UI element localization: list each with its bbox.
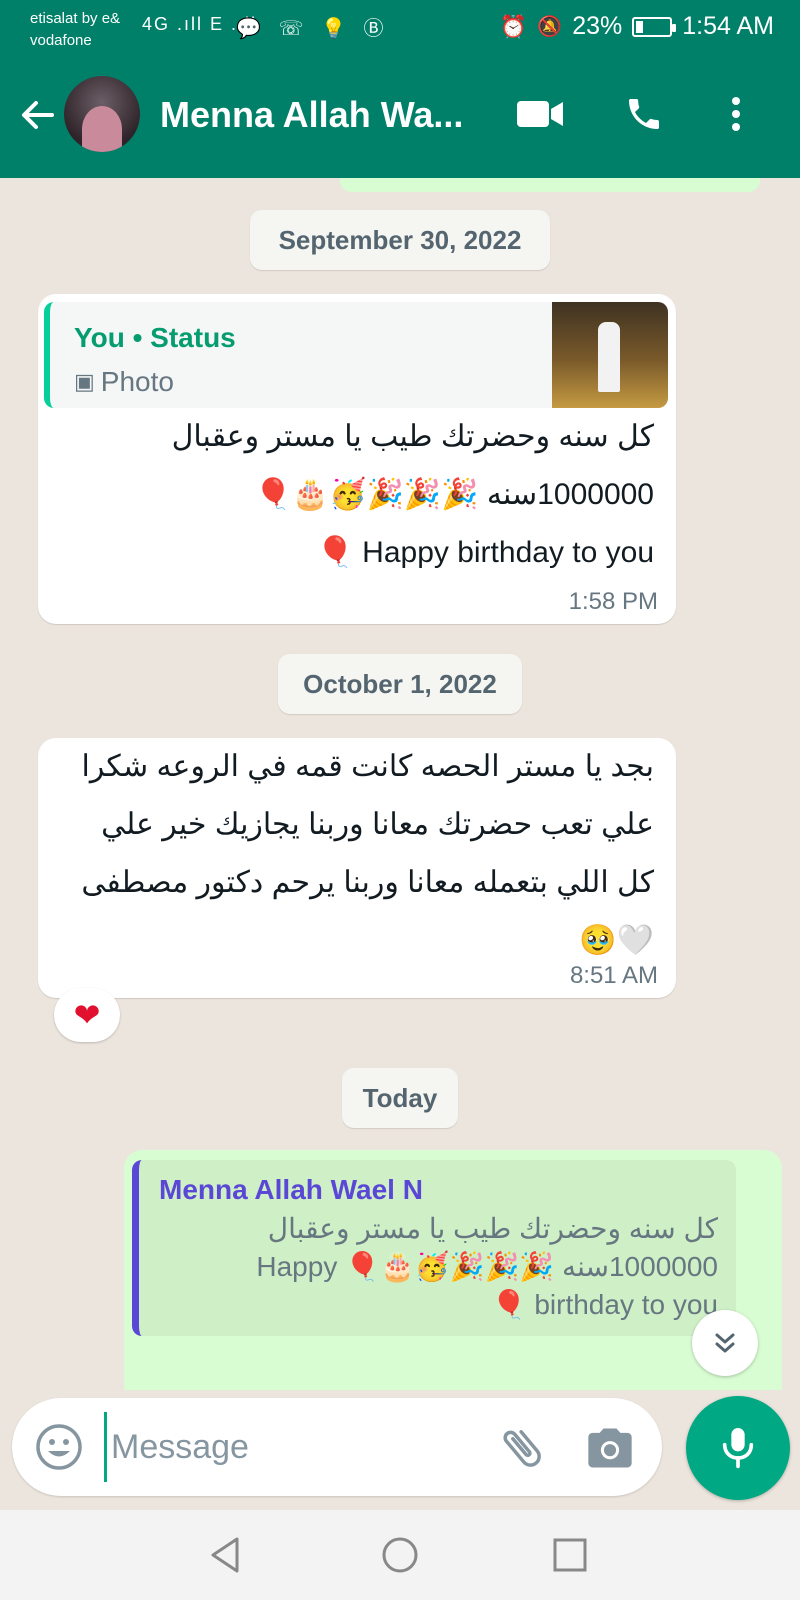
incoming-message[interactable]: بجد يا مستر الحصه كانت قمه في الروعه شكر… bbox=[38, 738, 676, 998]
nav-home-icon[interactable] bbox=[375, 1530, 425, 1580]
message-line: بجد يا مستر الحصه كانت قمه في الروعه شكر… bbox=[81, 750, 654, 783]
navigation-bar bbox=[0, 1510, 800, 1600]
battery-percent: 23% bbox=[572, 12, 623, 40]
chat-header: Menna Allah Wa... bbox=[0, 58, 800, 178]
status-thumbnail bbox=[552, 302, 668, 408]
message-input[interactable] bbox=[104, 1412, 484, 1482]
system-status: ⏰ 🔕 23% 1:54 AM bbox=[500, 12, 774, 41]
nav-back-icon[interactable] bbox=[200, 1530, 250, 1580]
photo-icon: ▣ bbox=[74, 369, 95, 394]
quote-line: birthday to you 🎈 bbox=[491, 1289, 718, 1320]
camera-icon[interactable] bbox=[584, 1422, 636, 1474]
quote-author: You • Status bbox=[74, 322, 236, 353]
message-text: كل سنه وحضرتك طيب يا مستر وعقبال 1000000… bbox=[172, 408, 654, 582]
message-composer bbox=[12, 1398, 662, 1496]
message-line: علي تعب حضرتك معانا وربنا يجازيك خير علي bbox=[101, 808, 654, 841]
date-separator: September 30, 2022 bbox=[250, 210, 550, 270]
voice-call-icon[interactable] bbox=[620, 90, 668, 138]
date-separator: Today bbox=[342, 1068, 458, 1128]
battery-fill bbox=[636, 20, 644, 33]
mute-icon: 🔕 bbox=[537, 16, 563, 38]
message-line: 1000000سنه 🎉🎉🎉🥳🎂🎈 bbox=[254, 478, 654, 511]
contact-name[interactable]: Menna Allah Wa... bbox=[160, 94, 463, 136]
chat-area[interactable]: September 30, 2022 You • Status ▣ Photo … bbox=[0, 178, 800, 1398]
alarm-icon: ⏰ bbox=[499, 13, 528, 39]
video-call-icon[interactable] bbox=[516, 90, 564, 138]
nav-recents-icon[interactable] bbox=[545, 1530, 595, 1580]
attach-icon[interactable] bbox=[496, 1422, 548, 1474]
message-line: كل اللي بتعمله معانا وربنا يرحم دكتور مص… bbox=[81, 866, 654, 899]
quote-text: كل سنه وحضرتك طيب يا مستر وعقبال 1000000… bbox=[256, 1210, 718, 1324]
message-line: Happy birthday to you 🎈 bbox=[316, 536, 654, 569]
clock: 1:54 AM bbox=[682, 12, 774, 40]
avatar[interactable] bbox=[64, 76, 140, 152]
quoted-message[interactable]: Menna Allah Wael N كل سنه وحضرتك طيب يا … bbox=[132, 1160, 736, 1336]
previous-message[interactable] bbox=[340, 178, 760, 192]
message-line: 🤍🥹 bbox=[579, 924, 654, 957]
outgoing-message[interactable]: Menna Allah Wael N كل سنه وحضرتك طيب يا … bbox=[124, 1150, 782, 1390]
message-time: 8:51 AM bbox=[569, 962, 658, 989]
scroll-down-icon[interactable] bbox=[692, 1310, 758, 1376]
microphone-icon[interactable] bbox=[686, 1396, 790, 1500]
quoted-status[interactable]: You • Status ▣ Photo bbox=[44, 302, 668, 408]
quote-type: ▣ Photo bbox=[74, 366, 174, 398]
heart-reaction-icon[interactable]: ❤ bbox=[54, 988, 120, 1042]
carrier-info: etisalat by e& vodafone bbox=[30, 8, 120, 52]
notification-icons: 💬 ☏ 💡 Ⓑ bbox=[236, 18, 390, 40]
emoji-icon[interactable] bbox=[34, 1422, 84, 1472]
carrier-1: etisalat by e& bbox=[30, 10, 121, 27]
carrier-2: vodafone bbox=[30, 32, 92, 49]
back-arrow-icon[interactable] bbox=[16, 94, 58, 136]
incoming-message[interactable]: You • Status ▣ Photo كل سنه وحضرتك طيب ي… bbox=[38, 294, 676, 624]
status-bar: etisalat by e& vodafone 4G .ıll E .ıll 💬… bbox=[0, 0, 800, 58]
quote-line: 1000000سنه 🎉🎉🎉🥳🎂🎈 Happy bbox=[256, 1251, 718, 1282]
message-line: كل سنه وحضرتك طيب يا مستر وعقبال bbox=[171, 420, 654, 453]
quote-line: كل سنه وحضرتك طيب يا مستر وعقبال bbox=[267, 1213, 718, 1244]
quote-author: Menna Allah Wael N bbox=[159, 1174, 423, 1205]
message-time: 1:58 PM bbox=[568, 588, 658, 615]
battery-icon bbox=[632, 16, 677, 37]
quote-type-label: Photo bbox=[100, 366, 174, 397]
date-separator: October 1, 2022 bbox=[278, 654, 522, 714]
more-options-icon[interactable] bbox=[712, 90, 760, 138]
message-text: بجد يا مستر الحصه كانت قمه في الروعه شكر… bbox=[81, 738, 654, 970]
